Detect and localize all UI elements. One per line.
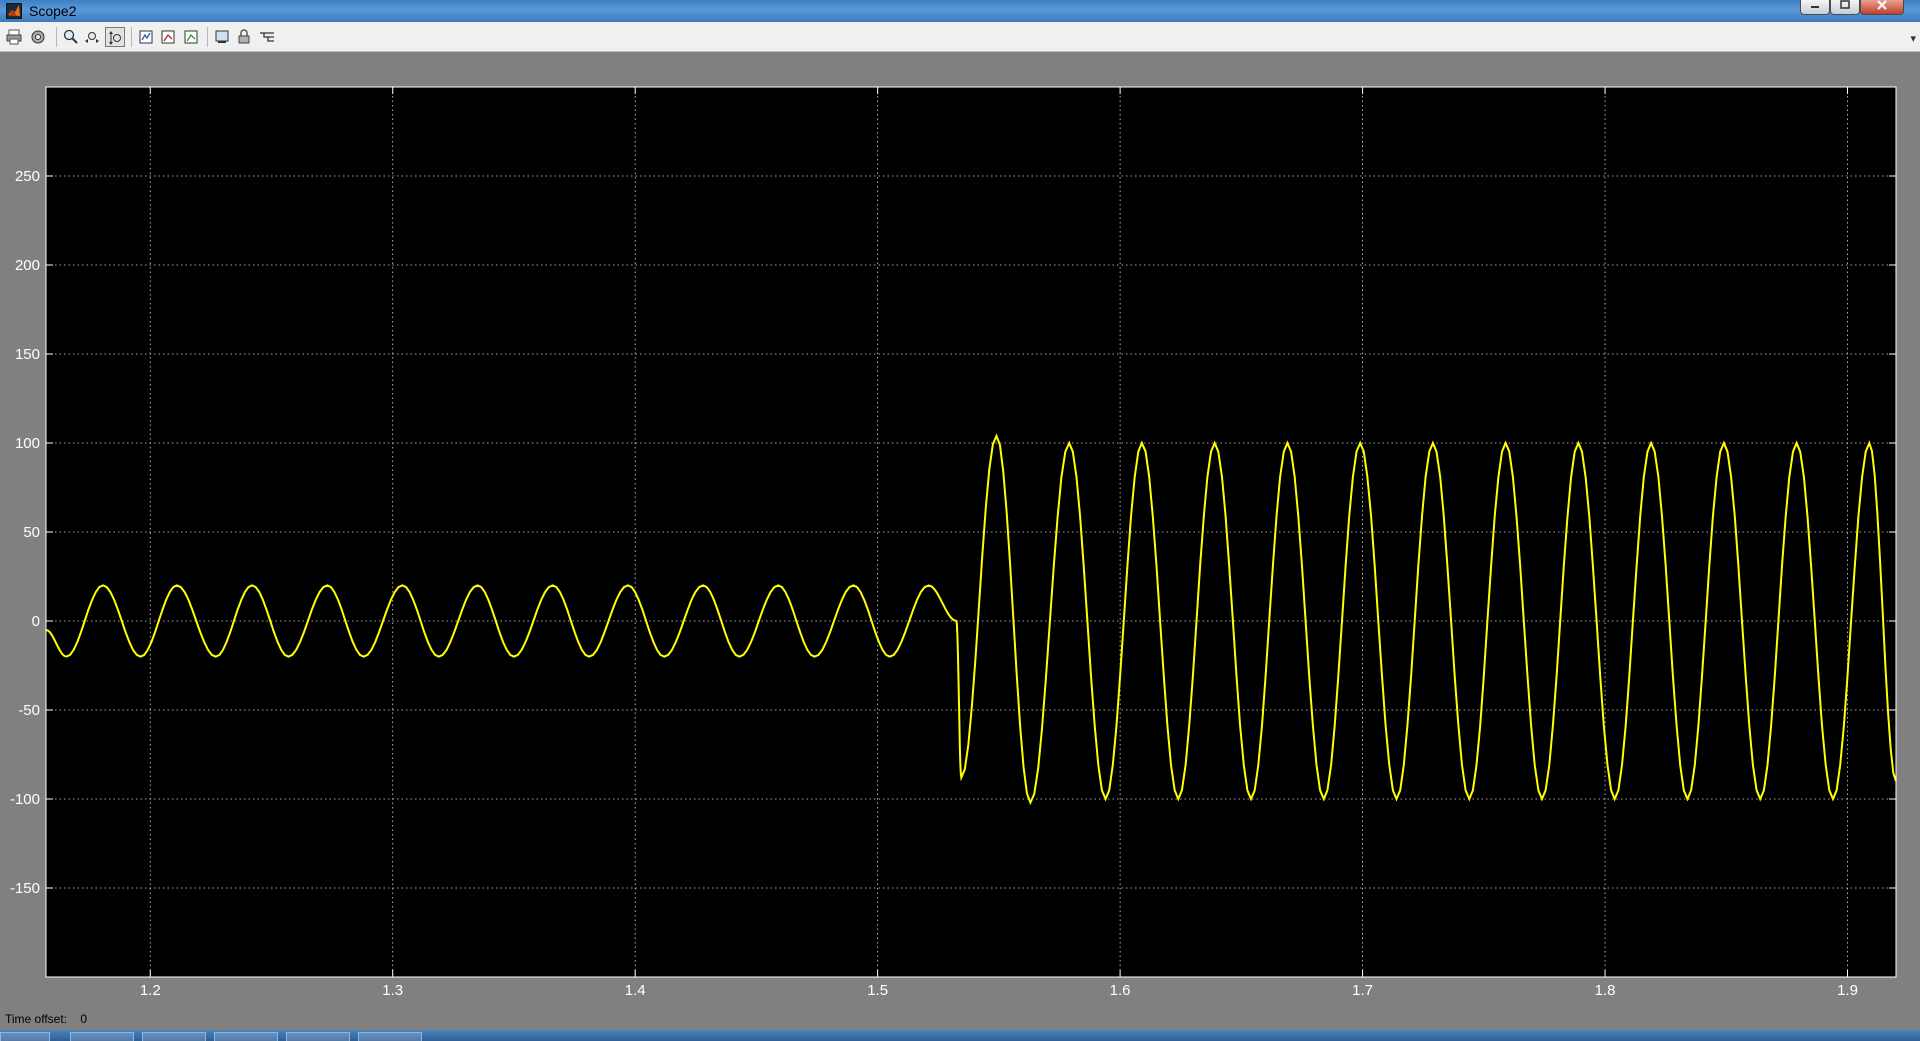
y-tick-label: 250: [15, 168, 40, 185]
y-tick-label: 100: [15, 435, 40, 452]
window-titlebar[interactable]: Scope2: [0, 0, 1920, 22]
y-tick-label: -100: [10, 791, 40, 808]
lock-icon: [238, 29, 250, 44]
matlab-icon: [6, 3, 22, 19]
minimize-icon: [1811, 6, 1819, 8]
printer-icon: [6, 29, 22, 45]
x-tick-label: 1.6: [1110, 982, 1131, 999]
windows-taskbar: [0, 1030, 1920, 1041]
gear-icon: [31, 30, 45, 44]
y-tick-label: 50: [23, 524, 40, 541]
minimize-button[interactable]: [1800, 0, 1830, 15]
lock-axes-button[interactable]: [234, 27, 254, 47]
parameters-button[interactable]: [28, 27, 48, 47]
maximize-button[interactable]: [1830, 0, 1860, 15]
x-tick-label: 1.7: [1352, 982, 1373, 999]
zoom-button[interactable]: [61, 27, 81, 47]
restore-axes-icon: [184, 30, 198, 44]
y-tick-label: -50: [18, 702, 40, 719]
scope-display: 1.2 1.3 1.4 1.5 1.6 1.7 1.8 1.9 -150 -100 -50 0 50 10…: [0, 52, 1920, 1027]
toolbar-separator: [207, 27, 208, 47]
zoom-x-icon: [85, 32, 99, 43]
toolbar-separator: [56, 27, 57, 47]
close-button[interactable]: [1860, 0, 1904, 15]
toolbar-overflow-icon[interactable]: ▾: [1910, 32, 1916, 45]
scope-toolbar: ▾: [0, 22, 1920, 52]
x-tick-label: 1.5: [867, 982, 888, 999]
taskbar-item[interactable]: [142, 1032, 206, 1041]
plot-axes-background: [46, 87, 1896, 977]
magnifier-icon: [63, 29, 78, 44]
x-tick-label: 1.8: [1595, 982, 1616, 999]
time-offset-value: 0: [80, 1012, 88, 1026]
autoscale-button[interactable]: [136, 27, 156, 47]
signal-selector-icon: [260, 32, 274, 42]
signal-selection-button[interactable]: [257, 27, 277, 47]
toolbar-separator: [131, 27, 132, 47]
x-tick-label: 1.3: [382, 982, 403, 999]
time-offset-status: Time offset: 0: [5, 1012, 87, 1026]
x-tick-label: 1.9: [1837, 982, 1858, 999]
save-axes-button[interactable]: [158, 27, 178, 47]
x-tick-label: 1.4: [625, 982, 646, 999]
close-icon: [1877, 0, 1887, 10]
taskbar-item[interactable]: [214, 1032, 278, 1041]
window-title: Scope2: [29, 3, 77, 19]
zoom-y-button[interactable]: [105, 27, 125, 47]
maximize-icon: [1840, 0, 1850, 9]
taskbar-item[interactable]: [70, 1032, 134, 1041]
print-button[interactable]: [4, 27, 24, 47]
y-tick-label: 200: [15, 257, 40, 274]
autoscale-icon: [139, 30, 153, 44]
y-tick-label: 0: [32, 613, 40, 630]
y-tick-label: -150: [10, 880, 40, 897]
floating-scope-button[interactable]: [212, 27, 232, 47]
zoom-y-icon: [109, 31, 121, 45]
floating-scope-icon: [215, 30, 229, 43]
taskbar-item[interactable]: [358, 1032, 422, 1041]
taskbar-item[interactable]: [286, 1032, 350, 1041]
x-tick-label: 1.2: [140, 982, 161, 999]
restore-axes-button[interactable]: [181, 27, 201, 47]
save-axes-icon: [161, 30, 175, 44]
scope-plot[interactable]: 1.2 1.3 1.4 1.5 1.6 1.7 1.8 1.9 -150 -100 -50 0 50 10…: [0, 52, 1920, 1027]
zoom-x-button[interactable]: [82, 27, 102, 47]
start-button[interactable]: [0, 1032, 50, 1041]
time-offset-label: Time offset:: [5, 1012, 68, 1026]
y-tick-label: 150: [15, 346, 40, 363]
